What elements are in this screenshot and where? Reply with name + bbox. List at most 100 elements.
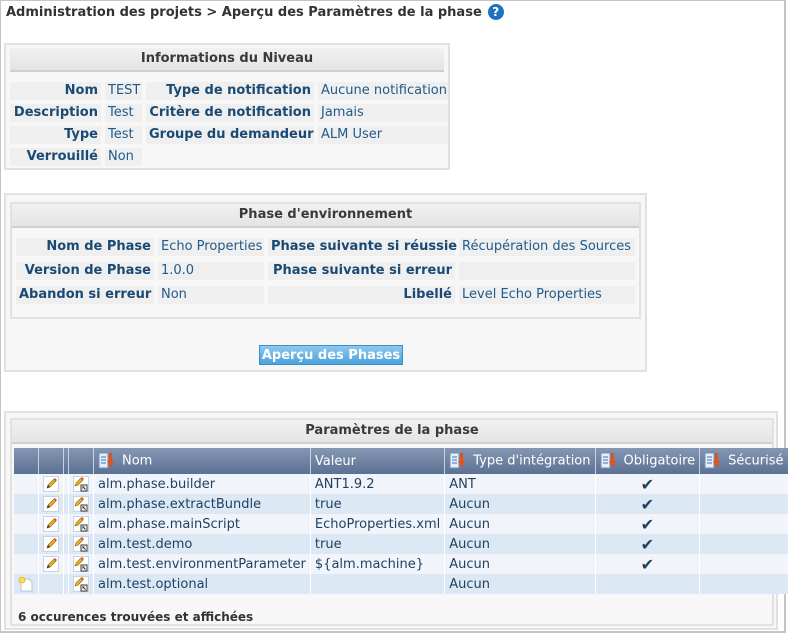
pencil-edit-icon[interactable] — [43, 476, 59, 492]
param-integration-type: Aucun — [444, 534, 596, 554]
param-name: alm.test.environmentParameter — [93, 554, 311, 574]
label-nom-phase: Nom de Phase — [16, 238, 154, 256]
param-secure — [699, 554, 788, 574]
blank-cell — [14, 514, 39, 534]
label-libelle: Libellé — [268, 286, 455, 304]
param-name: alm.phase.builder — [93, 474, 311, 494]
checkmark-icon: ✔ — [595, 534, 701, 554]
edit-cell — [38, 474, 64, 494]
param-secure — [699, 474, 788, 494]
param-value: true — [310, 494, 446, 514]
checkmark-icon: ✔ — [595, 474, 701, 494]
value-groupe-demandeur: ALM User — [318, 126, 448, 144]
phase-parameters-title: Paramètres de la phase — [12, 420, 772, 444]
header-nom-label: Nom — [122, 453, 153, 469]
value-verrouille: Non — [105, 148, 142, 166]
new-cell — [14, 574, 39, 594]
param-secure — [699, 574, 788, 594]
pencil-edit-icon[interactable] — [43, 556, 59, 572]
sort-icon — [98, 452, 116, 470]
value-nom: TEST — [105, 82, 142, 100]
header-obligatoire[interactable]: Obligatoire — [595, 448, 701, 474]
header-type-integration[interactable]: Type d'intégration — [444, 448, 596, 474]
table-row: alm.phase.mainScript EchoProperties.xml Au… — [14, 514, 788, 534]
param-integration-type: Aucun — [444, 514, 596, 534]
param-secure — [699, 534, 788, 554]
value-type-notification: Aucune notification — [318, 82, 448, 100]
pencil-edit-icon[interactable] — [43, 536, 59, 552]
question-circle-icon[interactable]: ? — [487, 4, 504, 20]
parameters-table-body: alm.phase.builder ANT1.9.2 ANT ✔ alm.phase.e… — [14, 474, 788, 594]
edit-link-icon[interactable] — [73, 556, 89, 572]
new-document-icon[interactable] — [18, 576, 34, 592]
value-description: Test — [105, 104, 142, 122]
edit-link-icon[interactable] — [73, 536, 89, 552]
edit-link-icon[interactable] — [73, 576, 89, 592]
label-phase-suivante-erreur: Phase suivante si erreur — [268, 262, 455, 280]
edit-link-icon[interactable] — [73, 476, 89, 492]
sort-icon — [449, 452, 467, 470]
link-cell — [68, 514, 94, 534]
value-phase-suivante-erreur — [459, 262, 635, 280]
header-blank — [68, 448, 94, 474]
sort-icon — [600, 452, 618, 470]
value-critere-notification: Jamais — [318, 104, 448, 122]
header-nom[interactable]: Nom — [93, 448, 311, 474]
label-version-phase: Version de Phase — [16, 262, 154, 280]
checkmark-icon — [595, 574, 701, 594]
empty-cell — [318, 148, 448, 166]
table-row: alm.test.environmentParameter ${alm.machi… — [14, 554, 788, 574]
param-value: true — [310, 534, 446, 554]
breadcrumb-text: Administration des projets > Aperçu des … — [6, 4, 482, 20]
value-type: Test — [105, 126, 142, 144]
label-abandon-erreur: Abandon si erreur — [16, 286, 154, 304]
value-libelle: Level Echo Properties — [459, 286, 635, 304]
param-integration-type: Aucun — [444, 494, 596, 514]
blank-cell — [14, 554, 39, 574]
param-value: ${alm.machine} — [310, 554, 446, 574]
checkmark-icon: ✔ — [595, 494, 701, 514]
edit-cell — [38, 554, 64, 574]
header-blank — [14, 448, 39, 474]
label-phase-suivante-reussie: Phase suivante si réussie — [268, 238, 457, 256]
link-cell — [68, 534, 94, 554]
checkmark-icon: ✔ — [595, 554, 701, 574]
value-phase-suivante-reussie: Récupération des Sources — [459, 238, 635, 256]
blank-cell — [14, 474, 39, 494]
header-securise-label: Sécurisé — [728, 453, 784, 469]
label-type-notification: Type de notification — [146, 82, 314, 100]
param-name: alm.test.optional — [93, 574, 311, 594]
checkmark-icon: ✔ — [595, 514, 701, 534]
pencil-edit-icon[interactable] — [43, 516, 59, 532]
value-version-phase: 1.0.0 — [158, 262, 264, 280]
link-cell — [68, 494, 94, 514]
table-row: alm.test.optional Aucun — [14, 574, 788, 594]
edit-link-icon[interactable] — [73, 516, 89, 532]
pencil-edit-icon[interactable] — [43, 496, 59, 512]
apercu-phases-button[interactable]: Aperçu des Phases — [259, 345, 403, 365]
link-cell — [68, 554, 94, 574]
value-abandon-erreur: Non — [158, 286, 264, 304]
edit-link-icon[interactable] — [73, 496, 89, 512]
header-valeur[interactable]: Valeur — [310, 448, 446, 474]
blank-cell — [14, 534, 39, 554]
label-groupe-demandeur: Groupe du demandeur — [146, 126, 314, 144]
table-row: alm.phase.extractBundle true Aucun ✔ — [14, 494, 788, 514]
param-name: alm.phase.extractBundle — [93, 494, 311, 514]
phase-parameters-panel: Paramètres de la phase Nom Valeur Type d… — [4, 411, 788, 630]
label-critere-notification: Critère de notification — [146, 104, 314, 122]
header-obligatoire-label: Obligatoire — [623, 453, 696, 469]
sort-icon — [704, 452, 722, 470]
link-cell — [68, 474, 94, 494]
phase-environment-inner: Phase d'environnement Nom de Phase Echo … — [10, 202, 641, 319]
label-verrouille: Verrouillé — [10, 148, 101, 166]
param-integration-type: ANT — [444, 474, 596, 494]
edit-cell — [38, 514, 64, 534]
level-info-title: Informations du Niveau — [10, 48, 444, 72]
param-name: alm.phase.mainScript — [93, 514, 311, 534]
edit-cell — [38, 534, 64, 554]
table-row: alm.test.demo true Aucun ✔ — [14, 534, 788, 554]
header-securise[interactable]: Sécurisé — [699, 448, 788, 474]
value-nom-phase: Echo Properties — [158, 238, 264, 256]
table-header-row: Nom Valeur Type d'intégration Obligatoir… — [14, 448, 788, 474]
